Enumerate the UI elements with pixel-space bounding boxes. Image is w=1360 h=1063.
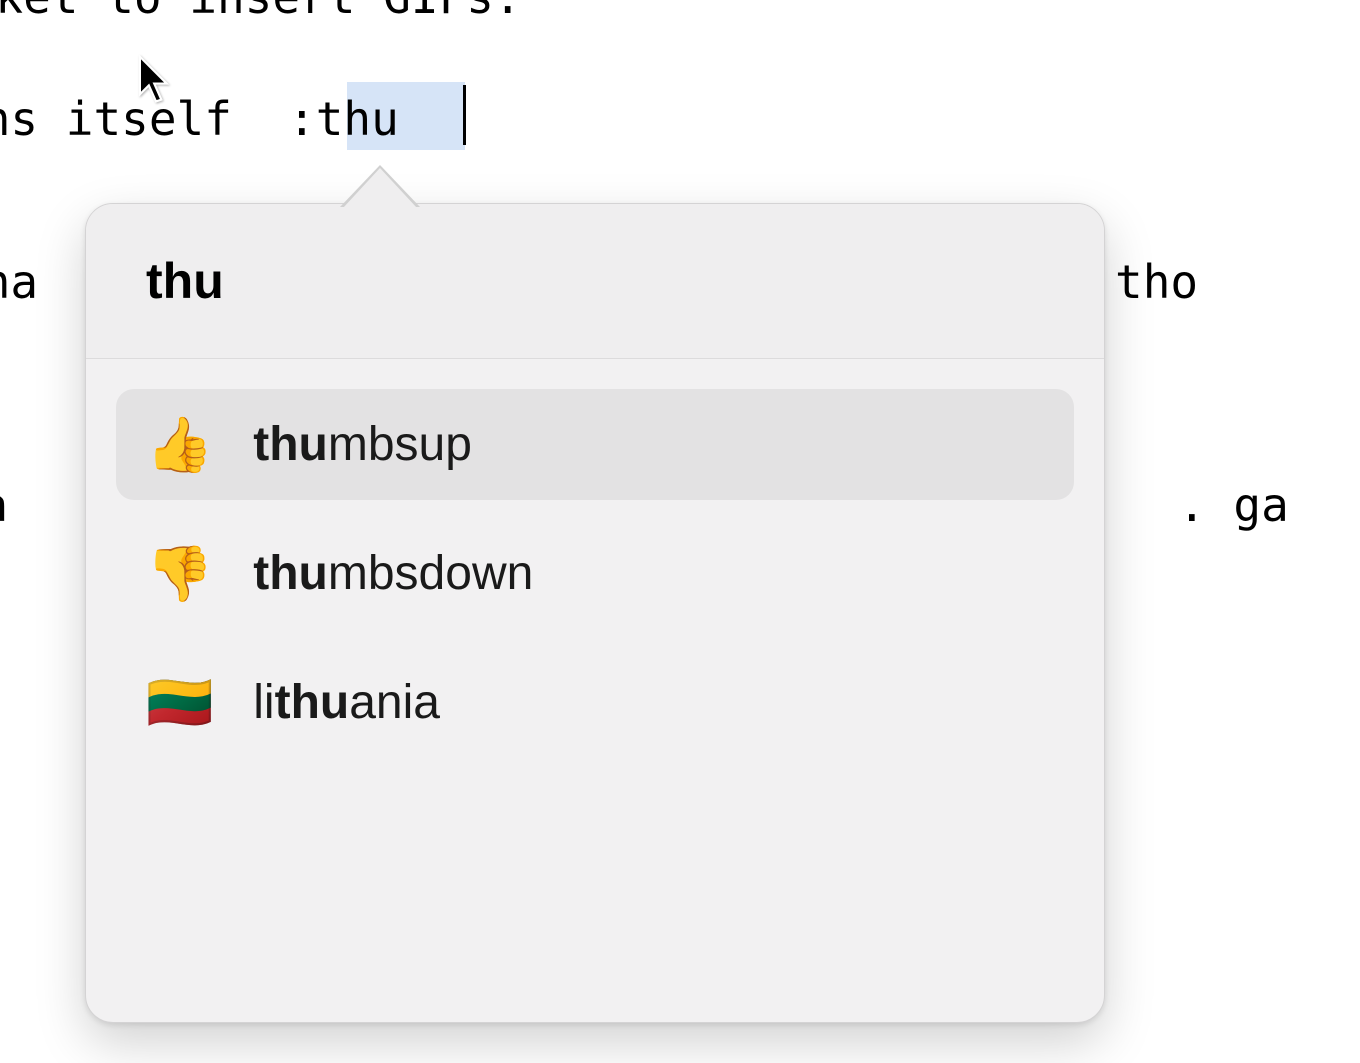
emoji-picker-header: thu <box>86 204 1104 359</box>
emoji-icon: 🇱🇹 <box>146 676 213 730</box>
emoji-suggestion-label: lithuania <box>253 675 440 730</box>
emoji-suggestion-item[interactable]: 🇱🇹 lithuania <box>116 647 1074 758</box>
popover-arrow <box>343 168 417 208</box>
typed-query: thu <box>316 92 399 146</box>
background-text-line: Sla <box>0 478 8 532</box>
emoji-suggestion-label: thumbsup <box>253 417 472 472</box>
emoji-shortcode-input[interactable]: :thu <box>288 92 399 146</box>
background-text-line: u still use Rocket to insert GIFs. <box>0 0 522 24</box>
emoji-suggestion-label: thumbsdown <box>253 546 533 601</box>
emoji-icon: 👍 <box>146 418 213 472</box>
background-text-line: tha <box>0 255 38 309</box>
emoji-match-highlight: thu <box>253 418 328 471</box>
background-text-line: . ga <box>1178 478 1289 532</box>
mouse-cursor-icon <box>138 55 174 110</box>
emoji-icon: 👎 <box>146 547 213 601</box>
emoji-picker-query: thu <box>146 252 1044 310</box>
emoji-suggestion-list: 👍 thumbsup 👎 thumbsdown 🇱🇹 lithuania <box>86 359 1104 806</box>
emoji-match-highlight: thu <box>275 676 350 729</box>
emoji-suggestion-item[interactable]: 👍 thumbsup <box>116 389 1074 500</box>
emoji-picker-popover: thu 👍 thumbsup 👎 thumbsdown 🇱🇹 lithuania <box>85 203 1105 1023</box>
background-text-line: rns itself <box>0 92 232 146</box>
emoji-suggestion-item[interactable]: 👎 thumbsdown <box>116 518 1074 629</box>
text-caret <box>463 85 466 145</box>
background-text-line: tho <box>1115 255 1198 309</box>
emoji-match-highlight: thu <box>253 547 328 600</box>
trigger-char: : <box>288 92 316 146</box>
